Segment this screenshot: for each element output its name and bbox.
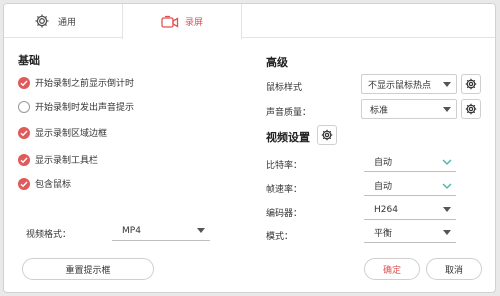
encoder-select[interactable]: H264 [364,200,456,220]
encoder-label: 编码器： [266,209,303,219]
video-format-value: MP4 [122,225,141,236]
option-sound-prompt-label: 开始录制时发出声音提示 [35,103,135,113]
basic-heading: 基础 [18,54,40,67]
video-camera-icon [161,15,179,29]
settings-dialog: 通用 录屏 基础 开始录制之前显示倒计时 开始录制时发出声音提示 显示录制区域边… [3,3,496,293]
bitrate-select[interactable]: 自动 [364,152,456,172]
chevron-down-icon [440,102,454,116]
audio-quality-select[interactable]: 标准 [361,99,457,119]
reset-prompts-button[interactable]: 重置提示框 [22,258,154,280]
checkbox-unchecked-icon [18,100,30,113]
tab-record-label: 录屏 [184,18,203,28]
option-toolbar-label: 显示录制工具栏 [35,156,99,166]
mouse-style-settings-button[interactable] [461,74,481,94]
option-include-mouse-label: 包含鼠标 [35,180,72,190]
audio-quality-label: 声音质量： [266,108,312,118]
video-settings-button[interactable] [317,125,337,145]
framerate-label: 帧速率： [266,185,303,195]
tab-general-label: 通用 [58,17,77,28]
gear-icon [465,78,477,90]
bitrate-label: 比特率： [266,161,303,171]
cancel-button[interactable]: 取消 [426,258,482,280]
option-region-border-label: 显示录制区域边框 [35,129,108,139]
tab-record[interactable]: 录屏 [122,4,242,39]
option-sound-prompt[interactable]: 开始录制时发出声音提示 [18,100,134,113]
checkbox-checked-icon [18,153,30,166]
audio-quality-settings-button[interactable] [461,99,481,119]
video-settings-heading: 视频设置 [266,131,310,144]
audio-quality-value: 标准 [370,105,389,116]
checkbox-checked-icon [18,126,30,139]
ok-button[interactable]: 确定 [364,258,420,280]
checkbox-checked-icon [18,76,30,89]
tab-general[interactable]: 通用 [34,4,114,38]
tab-bar: 通用 录屏 [4,4,495,39]
gear-icon [321,129,333,141]
option-include-mouse[interactable]: 包含鼠标 [18,177,71,190]
option-countdown-label: 开始录制之前显示倒计时 [35,79,135,89]
mode-label: 模式： [266,232,294,242]
mouse-style-select[interactable]: 不显示鼠标热点 [361,74,457,94]
advanced-heading: 高级 [266,56,288,69]
mode-select[interactable]: 平衡 [364,223,456,243]
gear-icon [34,13,50,29]
chevron-down-icon [440,179,454,193]
encoder-value: H264 [374,204,398,215]
option-countdown[interactable]: 开始录制之前显示倒计时 [18,76,134,89]
chevron-down-icon [440,77,454,91]
video-format-label: 视频格式： [26,230,72,240]
chevron-down-icon [440,155,454,169]
bitrate-value: 自动 [374,158,393,168]
framerate-select[interactable]: 自动 [364,176,456,196]
chevron-down-icon [440,226,454,240]
mouse-style-value: 不显示鼠标热点 [368,80,432,91]
option-toolbar[interactable]: 显示录制工具栏 [18,153,98,166]
video-format-select[interactable]: MP4 [112,221,210,241]
option-region-border[interactable]: 显示录制区域边框 [18,126,107,139]
mode-value: 平衡 [374,229,393,239]
gear-icon [465,103,477,115]
framerate-value: 自动 [374,182,393,192]
chevron-down-icon [194,224,208,238]
checkbox-checked-icon [18,177,30,190]
mouse-style-label: 鼠标样式 [266,83,303,93]
chevron-down-icon [440,203,454,217]
